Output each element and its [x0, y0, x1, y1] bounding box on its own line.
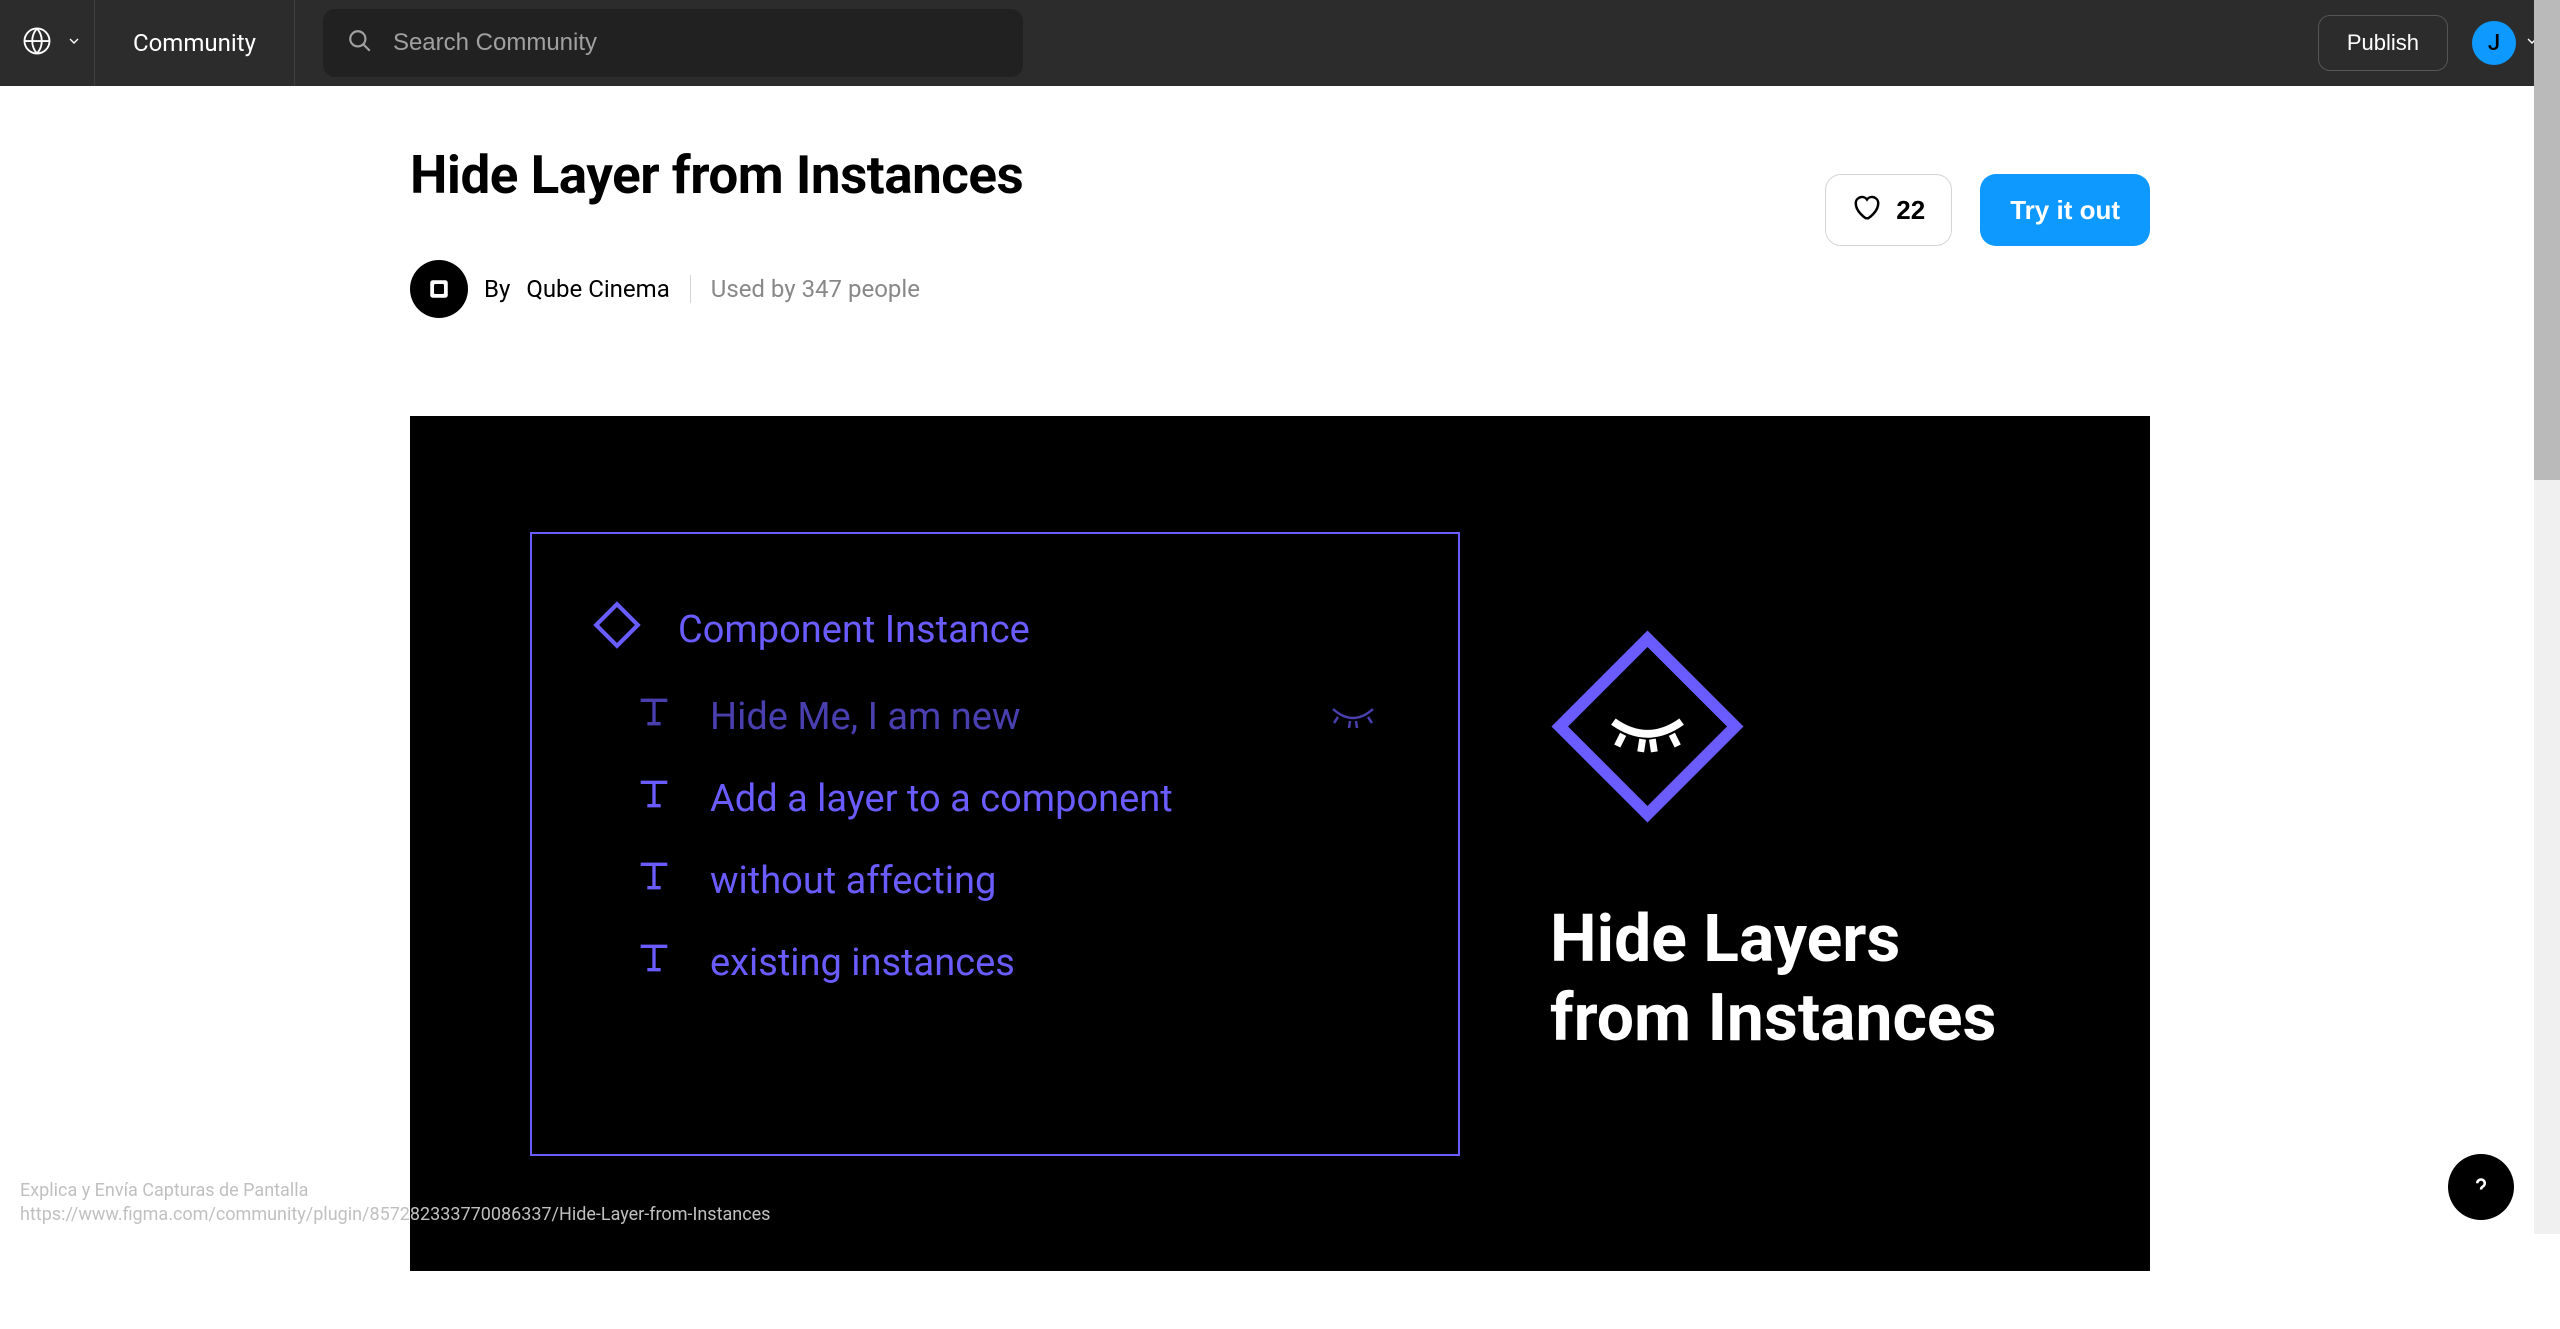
main-content: Hide Layer from Instances 22 Try it out [0, 86, 2560, 1329]
author-link[interactable]: Qube Cinema [526, 275, 669, 303]
page-title: Hide Layer from Instances [410, 144, 1023, 206]
text-layer-icon [634, 856, 674, 906]
divider [690, 275, 691, 303]
hero-title: Hide Layers from Instances [1550, 900, 1996, 1058]
plugin-logo-icon [1550, 629, 1745, 828]
try-button[interactable]: Try it out [1980, 174, 2150, 246]
avatar: J [2472, 21, 2516, 65]
hero-image: Component Instance Hide Me, I am new [410, 416, 2150, 1271]
layer-item-3: without affecting [572, 840, 1418, 922]
search-input[interactable] [393, 29, 999, 57]
like-button[interactable]: 22 [1825, 174, 1952, 246]
heart-icon [1852, 192, 1882, 229]
layer-item-4: existing instances [572, 922, 1418, 1004]
layer-item-2: Add a layer to a component [572, 758, 1418, 840]
layer-item-4-label: existing instances [710, 941, 1015, 985]
title-row: Hide Layer from Instances 22 Try it out [410, 144, 2150, 246]
header-right-group: Publish J [2318, 15, 2540, 71]
globe-icon [22, 26, 52, 60]
component-instance-icon [592, 600, 642, 660]
community-link[interactable]: Community [95, 0, 295, 86]
text-layer-icon [634, 692, 674, 742]
author-by-label: By [484, 275, 510, 303]
search-container[interactable] [323, 9, 1023, 77]
text-layer-icon [634, 774, 674, 824]
usage-text: Used by 347 people [711, 275, 920, 303]
hero-title-line1: Hide Layers [1550, 900, 1996, 979]
help-button[interactable] [2448, 1154, 2514, 1220]
author-avatar[interactable] [410, 260, 468, 318]
like-count: 22 [1896, 195, 1925, 226]
meta-row: By Qube Cinema Used by 347 people [410, 260, 2150, 318]
scrollbar-thumb[interactable] [2534, 0, 2560, 480]
watermark-line1: Explica y Envía Capturas de Pantalla [20, 1179, 770, 1202]
hero-title-line2: from Instances [1550, 979, 1996, 1058]
chevron-down-icon [66, 33, 82, 53]
layer-item-3-label: without affecting [710, 859, 996, 903]
top-navbar: Community Publish J [0, 0, 2560, 86]
header-left-group: Community [20, 0, 1023, 86]
layer-item-2-label: Add a layer to a component [710, 777, 1173, 821]
action-group: 22 Try it out [1825, 144, 2150, 246]
content-wrapper: Hide Layer from Instances 22 Try it out [410, 144, 2150, 1271]
scrollbar[interactable] [2534, 0, 2560, 1234]
hidden-icon [1328, 695, 1378, 739]
hero-right-group: Hide Layers from Instances [1550, 629, 1996, 1058]
layer-item-1: Hide Me, I am new [572, 676, 1418, 758]
layer-item-1-label: Hide Me, I am new [710, 695, 1020, 739]
search-icon [347, 28, 373, 58]
publish-button[interactable]: Publish [2318, 15, 2448, 71]
watermark-line2: https://www.figma.com/community/plugin/8… [20, 1203, 770, 1226]
text-layer-icon [634, 938, 674, 988]
explore-switcher[interactable] [20, 0, 95, 86]
layer-root-label: Component Instance [678, 608, 1030, 652]
watermark: Explica y Envía Capturas de Pantalla htt… [20, 1179, 770, 1226]
user-menu[interactable]: J [2472, 21, 2540, 65]
layer-panel-illustration: Component Instance Hide Me, I am new [530, 532, 1460, 1156]
layer-root: Component Instance [572, 584, 1418, 676]
